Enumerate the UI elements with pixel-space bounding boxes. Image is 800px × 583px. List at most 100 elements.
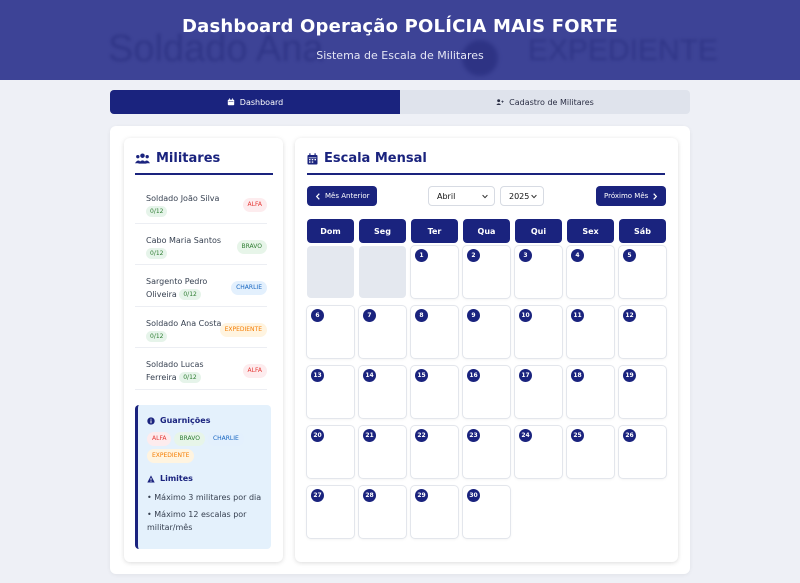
militar-item[interactable]: Sargento Pedro Oliveira 0/12 CHARLIE	[135, 265, 267, 307]
day-number: 13	[311, 369, 324, 382]
weekday-header: Ter	[411, 219, 458, 243]
day-number: 5	[623, 249, 636, 262]
militares-title: Militares	[156, 151, 221, 166]
escala-title: Escala Mensal	[324, 151, 427, 166]
calendar-day-cell[interactable]: 12	[619, 306, 666, 358]
day-number: 7	[363, 309, 376, 322]
limits-list: • Máximo 3 militares por dia • Máximo 12…	[147, 491, 271, 538]
calendar-day-cell[interactable]: 24	[515, 426, 562, 478]
calendar-day-cell[interactable]: 13	[307, 366, 354, 418]
day-number: 25	[571, 429, 584, 442]
calendar-icon	[227, 98, 234, 106]
calendar-day-cell[interactable]: 8	[411, 306, 458, 358]
calendar-day-cell[interactable]: 6	[307, 306, 354, 358]
day-number: 23	[467, 429, 480, 442]
calendar-day-cell[interactable]: 7	[359, 306, 406, 358]
info-icon	[147, 416, 155, 425]
page-subtitle: Sistema de Escala de Militares	[316, 49, 484, 62]
calendar-day-cell[interactable]: 16	[463, 366, 510, 418]
militares-list: Soldado João Silva 0/12 ALFA Cabo Maria …	[135, 182, 267, 390]
chevron-right-icon	[653, 192, 658, 200]
escala-panel: Escala Mensal Mês Anterior Abril 2025 Pr…	[295, 138, 678, 562]
calendar-day-cell[interactable]: 23	[463, 426, 510, 478]
day-number: 16	[467, 369, 480, 382]
day-number: 2	[467, 249, 480, 262]
info-box: Guarnições ALFA BRAVO CHARLIE EXPEDIENTE…	[135, 405, 271, 549]
escala-count-badge: 0/12	[179, 289, 201, 300]
calendar-day-cell[interactable]: 11	[567, 306, 614, 358]
limits-heading: Limites	[147, 474, 193, 483]
militar-item[interactable]: Soldado Lucas Ferreira 0/12 ALFA	[135, 348, 267, 390]
calendar-day-cell[interactable]: 15	[411, 366, 458, 418]
day-number: 8	[415, 309, 428, 322]
garrison-badge: CHARLIE	[231, 281, 267, 295]
day-number: 21	[363, 429, 376, 442]
limit-item: • Máximo 12 escalas por militar/mês	[147, 510, 247, 532]
militar-name-block: Cabo Maria Santos 0/12	[146, 234, 230, 260]
calendar-day-cell[interactable]: 29	[411, 486, 458, 538]
user-plus-icon	[496, 99, 504, 105]
weekday-header: Seg	[359, 219, 406, 243]
day-number: 19	[623, 369, 636, 382]
weekday-header: Qua	[463, 219, 510, 243]
tab-dashboard-label: Dashboard	[239, 97, 284, 107]
garrison-badge: ALFA	[242, 198, 267, 212]
calendar-day-cell[interactable]: 4	[567, 246, 614, 298]
weekday-header: Qui	[515, 219, 562, 243]
tab-dashboard[interactable]: Dashboard	[110, 90, 400, 114]
calendar-day-cell[interactable]: 22	[411, 426, 458, 478]
calendar-day-cell[interactable]: 20	[307, 426, 354, 478]
calendar-day-cell[interactable]: 19	[619, 366, 666, 418]
chevron-down-icon	[531, 194, 537, 198]
garrison-chip-bravo: BRAVO	[174, 432, 205, 446]
calendar-day-cell[interactable]: 21	[359, 426, 406, 478]
militar-name: Soldado João Silva	[146, 194, 220, 203]
calendar-day-cell[interactable]: 27	[307, 486, 354, 538]
next-month-button[interactable]: Próximo Mês	[596, 186, 667, 206]
militar-item[interactable]: Soldado Ana Costa 0/12 EXPEDIENTE	[135, 307, 267, 348]
day-number: 17	[519, 369, 532, 382]
day-number: 9	[467, 309, 480, 322]
month-select[interactable]: Abril	[428, 186, 495, 206]
militar-name: Cabo Maria Santos	[146, 235, 222, 245]
calendar-icon	[307, 152, 318, 164]
limit-item: • Máximo 3 militares por dia	[147, 493, 262, 502]
prev-month-button[interactable]: Mês Anterior	[307, 186, 378, 206]
main-tabs: Dashboard Cadastro de Militares	[110, 90, 690, 114]
calendar-day-cell[interactable]: 14	[359, 366, 406, 418]
calendar-day-cell[interactable]: 26	[619, 426, 666, 478]
year-select[interactable]: 2025	[500, 186, 544, 206]
day-number: 15	[415, 369, 428, 382]
day-number: 26	[623, 429, 636, 442]
day-number: 3	[519, 249, 532, 262]
calendar-day-cell[interactable]: 3	[515, 246, 562, 298]
calendar-day-cell[interactable]: 1	[411, 246, 458, 298]
calendar-empty-cell	[307, 246, 354, 298]
calendar-day-cell[interactable]: 18	[567, 366, 614, 418]
escala-count-badge: 0/12	[146, 206, 168, 217]
garrison-chips: ALFA BRAVO CHARLIE EXPEDIENTE	[147, 432, 269, 463]
calendar-day-cell[interactable]: 17	[515, 366, 562, 418]
calendar-day-cell[interactable]: 2	[463, 246, 510, 298]
garrisons-title: Guarnições	[160, 416, 211, 425]
calendar-day-cell[interactable]: 5	[619, 246, 666, 298]
garrison-chip-charlie: CHARLIE	[207, 432, 244, 446]
calendar-day-cell[interactable]: 28	[359, 486, 406, 538]
day-number: 20	[311, 429, 324, 442]
calendar-day-cell[interactable]: 25	[567, 426, 614, 478]
escala-count-badge: 0/12	[146, 330, 168, 342]
militar-item[interactable]: Soldado João Silva 0/12 ALFA	[135, 182, 267, 224]
chevron-down-icon	[482, 194, 488, 198]
day-number: 24	[519, 429, 532, 442]
garrison-chip-expediente: EXPEDIENTE	[147, 449, 195, 463]
calendar-day-cell[interactable]: 10	[515, 306, 562, 358]
calendar-day-cell[interactable]: 9	[463, 306, 510, 358]
month-select-value: Abril	[437, 191, 456, 201]
day-number: 11	[571, 309, 584, 322]
weekday-header: Sáb	[619, 219, 666, 243]
calendar-day-cell[interactable]: 30	[463, 486, 510, 538]
militar-item[interactable]: Cabo Maria Santos 0/12 BRAVO	[135, 224, 267, 265]
day-number: 12	[623, 309, 636, 322]
tab-cadastro[interactable]: Cadastro de Militares	[400, 90, 690, 114]
day-number: 28	[363, 489, 376, 502]
